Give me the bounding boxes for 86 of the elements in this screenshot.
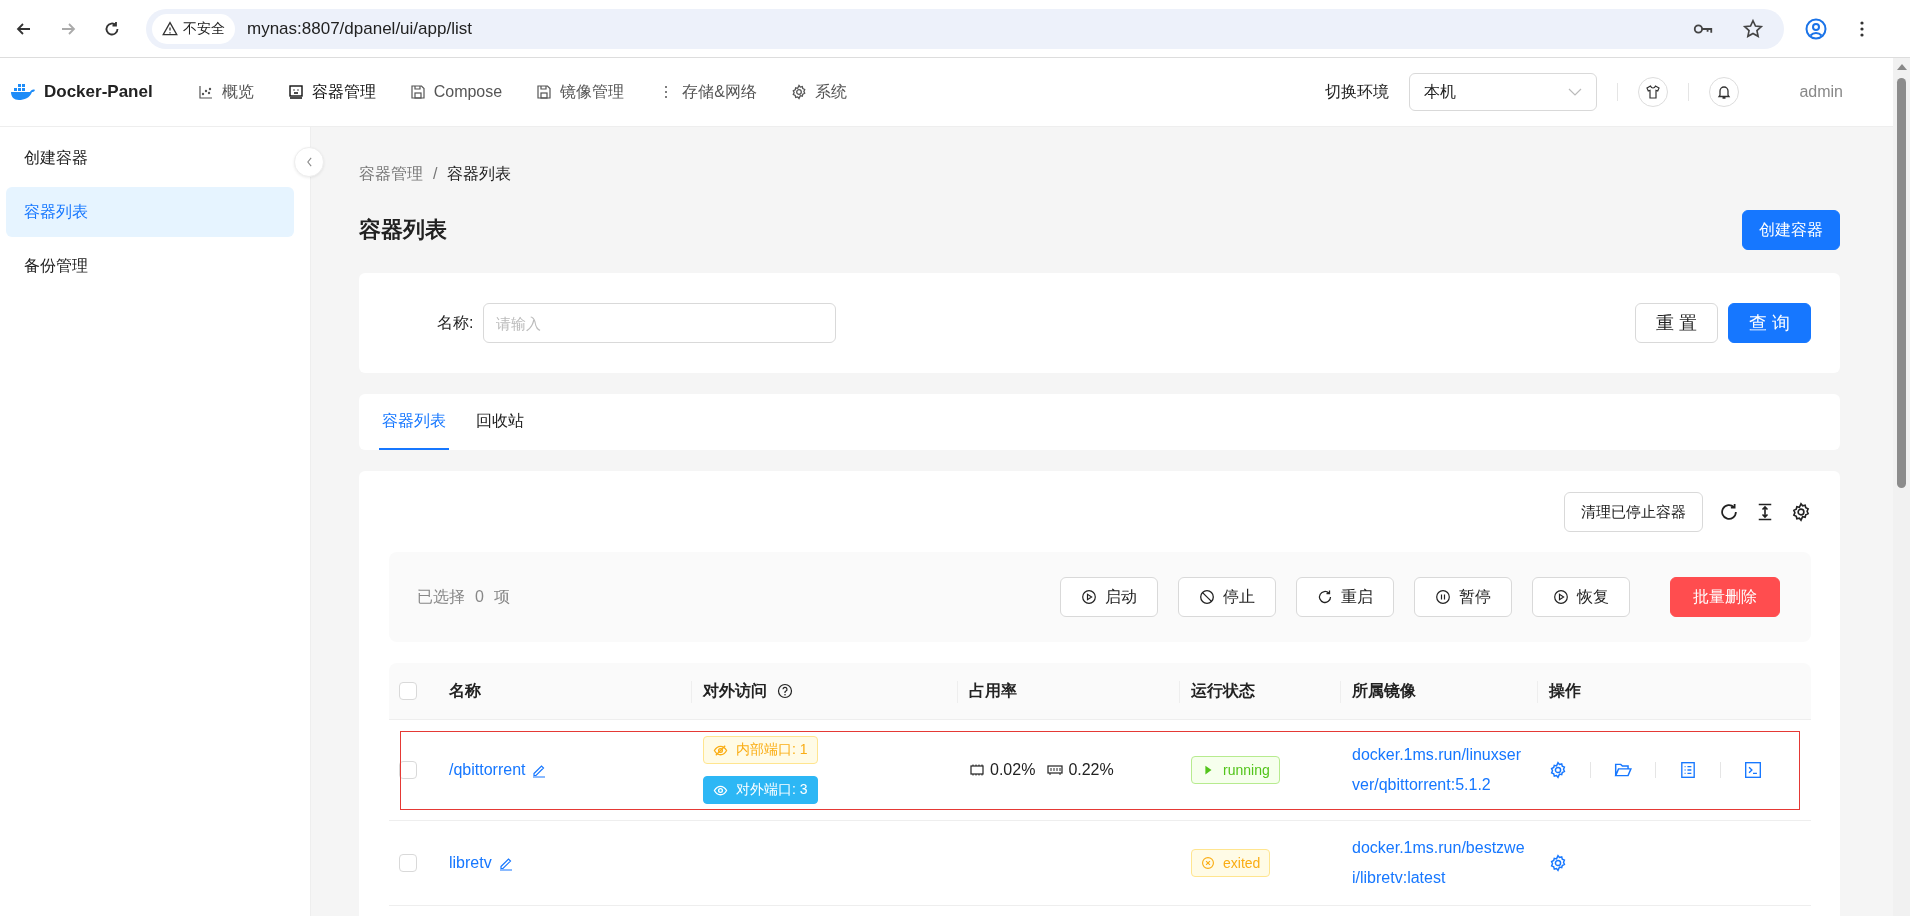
reset-button[interactable]: 重 置 [1634,303,1718,343]
selection-count: 0 [475,588,484,606]
pause-icon [1435,589,1451,605]
scrollbar[interactable] [1893,58,1910,916]
column-header: 运行状态 [1191,680,1255,701]
scroll-up-icon[interactable] [1896,64,1907,70]
scrollbar-thumb[interactable] [1897,78,1906,488]
pause-button[interactable]: 暂停 [1414,577,1512,617]
sidebar-item[interactable]: 容器列表 [6,187,294,237]
terminal-icon[interactable] [1744,761,1762,779]
selection-unit: 项 [493,586,510,607]
nav-item[interactable]: Compose [392,81,520,103]
prohibited-icon [1199,589,1215,605]
query-button[interactable]: 查 询 [1728,303,1811,343]
image-link[interactable]: docker.1ms.run/linuxserver/qbittorrent:5.1.2 [1352,740,1525,800]
shirt-icon [1645,84,1662,100]
pencil-icon[interactable] [531,762,548,778]
gear-icon[interactable] [1549,761,1567,779]
bell-icon [1716,84,1733,100]
environment-label: 切换环境 [1325,81,1390,102]
gear-icon [790,84,807,100]
start-button[interactable]: 启动 [1060,577,1158,617]
tab[interactable]: 回收站 [473,394,527,450]
environment-select[interactable]: 本机 [1409,73,1598,111]
breadcrumb-separator: / [433,165,438,183]
settings-icon[interactable] [1791,502,1811,522]
reload-icon [1317,589,1333,605]
column-header: 操作 [1549,680,1581,701]
container-name-link[interactable]: /qbittorrent [449,761,526,779]
tab[interactable]: 容器列表 [379,394,449,450]
address-bar[interactable]: 不安全 mynas:8807/dpanel/ui/app/list [146,8,1784,49]
gear-icon[interactable] [1549,854,1567,872]
chip-icon [969,762,985,778]
select-all-checkbox[interactable] [399,682,417,700]
breadcrumb-item[interactable]: 容器管理 [359,163,423,185]
column-header: 名称 [449,680,481,701]
x-circle-icon [1201,856,1215,870]
selection-prefix: 已选择 [417,586,465,607]
refresh-icon[interactable] [1719,502,1739,522]
row-checkbox[interactable] [399,761,417,779]
container-name-link[interactable]: libretv [449,854,492,872]
monitor-icon [287,84,304,100]
row-checkbox[interactable] [399,854,417,872]
url-text: mynas:8807/dpanel/ui/app/list [247,18,473,39]
chart-icon [197,84,214,100]
exited-status-tag: exited [1191,849,1271,877]
restart-button[interactable]: 重启 [1296,577,1394,617]
list-icon[interactable] [1679,761,1697,779]
chevron-left-icon [305,157,313,167]
play-icon [1553,589,1569,605]
name-label: 名称: [437,312,474,333]
nav-item[interactable]: 系统 [773,81,864,103]
stop-button[interactable]: 停止 [1178,577,1276,617]
column-header: 所属镜像 [1352,680,1416,701]
page-title: 容器列表 [359,216,447,244]
memory-usage: 0.22% [1068,761,1114,779]
running-status-tag: running [1191,756,1280,784]
nav-item[interactable]: 概览 [180,81,271,103]
star-icon[interactable] [1742,17,1764,40]
clean-stopped-button[interactable]: 清理已停止容器 [1564,492,1703,532]
column-header: 占用率 [969,680,1017,701]
chevron-down-icon [1568,88,1583,96]
name-input-field[interactable]: 请输入 [483,303,837,343]
profile-icon[interactable] [1804,16,1828,41]
column-header: 对外访问 [703,680,767,701]
memory-icon [1047,762,1064,778]
whale-logo-icon [10,83,36,101]
app-brand: Docker-Panel [44,82,153,102]
play-icon [1081,589,1097,605]
warning-icon [162,20,178,37]
sidebar-item[interactable]: 创建容器 [6,133,294,183]
cpu-usage: 0.02% [990,761,1036,779]
image-link[interactable]: docker.1ms.run/bestzwei/libretv:latest [1352,833,1525,893]
dots-icon [665,86,668,98]
help-icon[interactable] [777,683,793,699]
pencil-icon[interactable] [497,855,514,871]
nav-item[interactable]: 存储&网络 [641,81,774,103]
breadcrumb-item: 容器列表 [447,163,512,184]
folder-icon[interactable] [1614,761,1632,779]
create-container-button[interactable]: 创建容器 [1742,210,1840,250]
nav-item[interactable]: 镜像管理 [519,81,642,103]
security-chip[interactable]: 不安全 [152,13,235,44]
user-name[interactable]: admin [1799,83,1843,101]
sidebar-item[interactable]: 备份管理 [6,241,294,291]
resume-button[interactable]: 恢复 [1532,577,1630,617]
nav-item[interactable]: 容器管理 [270,81,393,103]
